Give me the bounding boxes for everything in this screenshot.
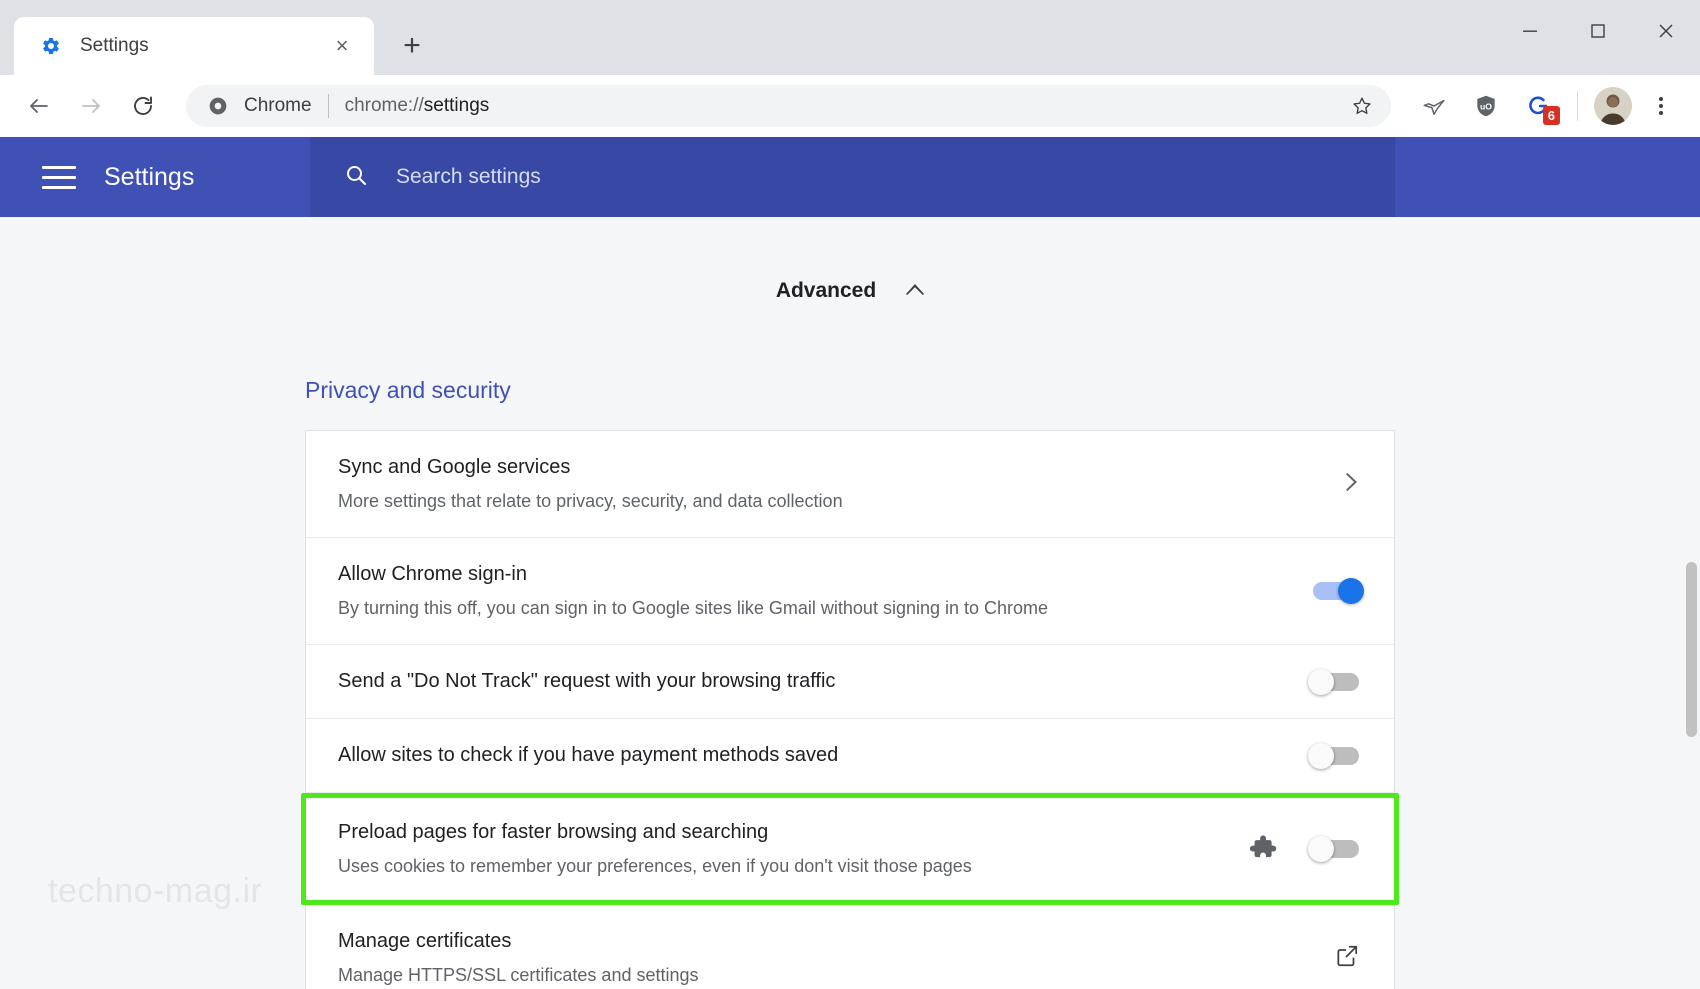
grammarly-extension-icon[interactable]: 6 bbox=[1515, 83, 1561, 129]
omnibox-url-suffix: settings bbox=[423, 95, 490, 116]
omnibox-divider bbox=[327, 94, 329, 118]
toolbar-divider bbox=[1577, 91, 1578, 121]
window-close-button[interactable] bbox=[1632, 0, 1700, 62]
search-input[interactable] bbox=[396, 165, 1361, 189]
privacy-and-security-section: Privacy and security Sync and Google ser… bbox=[301, 315, 1399, 989]
search-icon bbox=[344, 163, 368, 192]
hamburger-line bbox=[42, 185, 76, 189]
settings-page: Settings Advanced bbox=[0, 137, 1700, 989]
omnibox[interactable]: Chrome chrome://settings bbox=[186, 85, 1391, 127]
row-text: Preload pages for faster browsing and se… bbox=[338, 818, 1220, 880]
pocket-extension-icon[interactable] bbox=[1411, 83, 1457, 129]
back-button[interactable] bbox=[16, 83, 62, 129]
scrollbar-thumb[interactable] bbox=[1686, 562, 1697, 737]
open-in-new-icon[interactable] bbox=[1334, 943, 1364, 974]
hamburger-line bbox=[42, 165, 76, 169]
menu-dot bbox=[1659, 111, 1663, 115]
row-subtitle: By turning this off, you can sign in to … bbox=[338, 598, 1049, 618]
omnibox-url-prefix: chrome:// bbox=[344, 95, 424, 116]
chrome-logo-icon bbox=[206, 94, 230, 118]
row-actions bbox=[1334, 943, 1364, 974]
gear-icon bbox=[40, 35, 62, 57]
advanced-section-toggle[interactable]: Advanced bbox=[0, 217, 1700, 315]
toggle-knob bbox=[1308, 742, 1334, 769]
row-manage-certificates[interactable]: Manage certificates Manage HTTPS/SSL cer… bbox=[306, 905, 1394, 989]
row-text: Manage certificates Manage HTTPS/SSL cer… bbox=[338, 927, 1308, 989]
row-subtitle: More settings that relate to privacy, se… bbox=[338, 491, 843, 511]
settings-header-left: Settings bbox=[0, 137, 310, 217]
row-do-not-track[interactable]: Send a "Do Not Track" request with your … bbox=[306, 645, 1394, 719]
privacy-settings-card: Sync and Google services More settings t… bbox=[301, 430, 1399, 989]
avatar[interactable] bbox=[1594, 87, 1632, 125]
browser-toolbar: Chrome chrome://settings uO 6 bbox=[0, 75, 1700, 137]
row-title: Allow Chrome sign-in bbox=[338, 563, 527, 585]
hamburger-menu-icon[interactable] bbox=[42, 165, 76, 189]
window-maximize-button[interactable] bbox=[1564, 0, 1632, 62]
settings-header: Settings bbox=[0, 137, 1700, 217]
page-scrollbar[interactable] bbox=[1683, 217, 1700, 989]
toggle-knob bbox=[1308, 668, 1334, 695]
row-actions bbox=[1246, 831, 1364, 868]
settings-search-box[interactable] bbox=[310, 137, 1395, 217]
toggle-knob bbox=[1308, 836, 1334, 862]
browser-menu-button[interactable] bbox=[1638, 83, 1684, 129]
settings-content: Advanced Privacy and security Sync and G… bbox=[0, 217, 1700, 989]
tab-strip: Settings × + bbox=[0, 0, 1700, 75]
toggle-knob bbox=[1338, 578, 1364, 604]
row-title: Sync and Google services bbox=[338, 456, 571, 478]
row-allow-chrome-sign-in[interactable]: Allow Chrome sign-in By turning this off… bbox=[306, 538, 1394, 645]
section-title: Privacy and security bbox=[305, 377, 511, 403]
row-title: Preload pages for faster browsing and se… bbox=[338, 821, 769, 843]
window-minimize-button[interactable] bbox=[1496, 0, 1564, 62]
watermark: techno-mag.ir bbox=[48, 872, 263, 910]
svg-text:uO: uO bbox=[1480, 101, 1492, 111]
forward-button[interactable] bbox=[68, 83, 114, 129]
row-actions bbox=[1308, 742, 1364, 769]
extension-badge-count: 6 bbox=[1542, 106, 1560, 125]
row-text: Sync and Google services More settings t… bbox=[338, 453, 1314, 515]
row-actions bbox=[1308, 578, 1364, 604]
window-controls bbox=[1496, 0, 1700, 62]
toggle-allow-chrome-sign-in[interactable] bbox=[1308, 578, 1364, 604]
browser-window: Settings × + Chrome chrome://settings uO… bbox=[0, 0, 1700, 989]
row-actions bbox=[1308, 668, 1364, 695]
row-subtitle: Uses cookies to remember your preference… bbox=[338, 856, 972, 876]
row-actions bbox=[1340, 472, 1364, 496]
menu-dot bbox=[1659, 104, 1663, 108]
row-text: Allow Chrome sign-in By turning this off… bbox=[338, 560, 1282, 622]
chevron-right-icon[interactable] bbox=[1340, 472, 1364, 496]
row-text: Allow sites to check if you have payment… bbox=[338, 741, 1282, 770]
tab-title: Settings bbox=[80, 35, 149, 56]
row-allow-sites-check-payment-methods[interactable]: Allow sites to check if you have payment… bbox=[306, 719, 1394, 793]
tab-settings[interactable]: Settings × bbox=[14, 17, 374, 75]
toggle-do-not-track[interactable] bbox=[1308, 668, 1364, 695]
row-sync-and-google-services[interactable]: Sync and Google services More settings t… bbox=[306, 431, 1394, 538]
omnibox-url[interactable]: chrome://settings bbox=[345, 95, 1343, 117]
row-subtitle: Manage HTTPS/SSL certificates and settin… bbox=[338, 965, 699, 985]
menu-dot bbox=[1659, 97, 1663, 101]
row-text: Send a "Do Not Track" request with your … bbox=[338, 667, 1282, 696]
row-title: Allow sites to check if you have payment… bbox=[338, 744, 839, 766]
toggle-preload-pages[interactable] bbox=[1308, 836, 1364, 862]
puzzle-piece-icon[interactable] bbox=[1246, 831, 1278, 868]
row-title: Manage certificates bbox=[338, 930, 512, 952]
advanced-label: Advanced bbox=[775, 279, 877, 302]
toggle-payment-methods-check[interactable] bbox=[1308, 742, 1364, 769]
bookmark-star-icon[interactable] bbox=[1343, 87, 1381, 125]
omnibox-scheme-label: Chrome bbox=[244, 95, 312, 116]
new-tab-button[interactable]: + bbox=[390, 24, 434, 68]
row-preload-pages[interactable]: Preload pages for faster browsing and se… bbox=[301, 793, 1399, 905]
tab-close-icon[interactable]: × bbox=[328, 32, 356, 60]
settings-title: Settings bbox=[104, 162, 195, 191]
hamburger-line bbox=[42, 175, 76, 179]
ublock-origin-icon[interactable]: uO bbox=[1463, 83, 1509, 129]
row-title: Send a "Do Not Track" request with your … bbox=[338, 670, 836, 692]
reload-button[interactable] bbox=[120, 83, 166, 129]
chevron-up-icon bbox=[906, 282, 925, 300]
